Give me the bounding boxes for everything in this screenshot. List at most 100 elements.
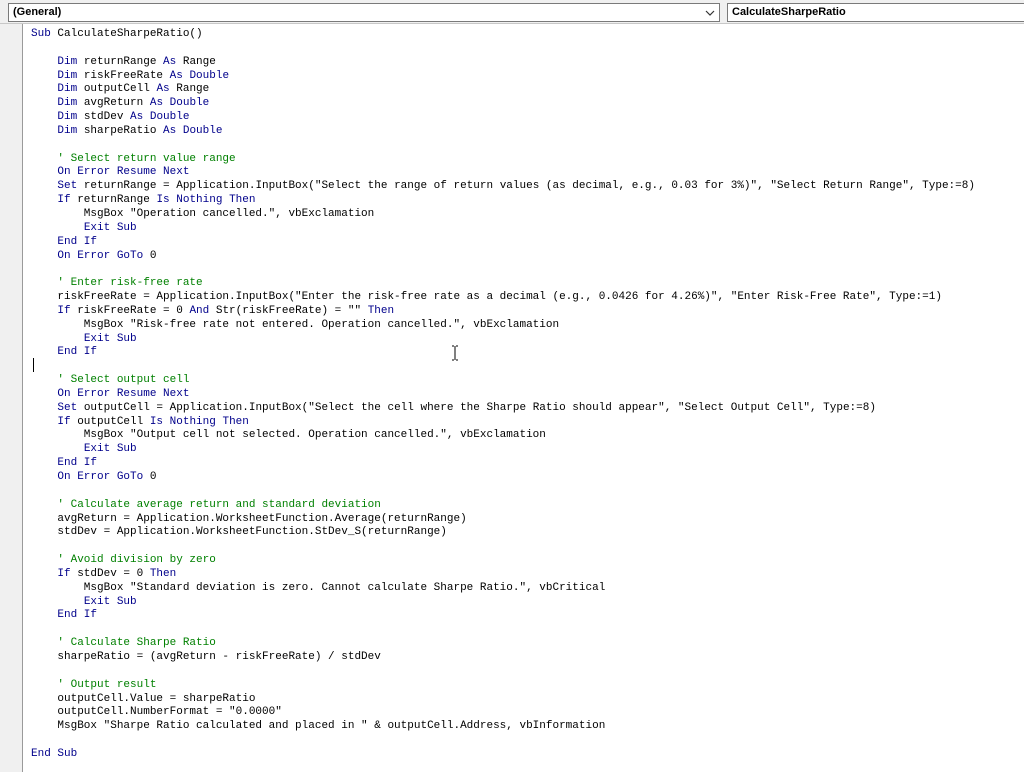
code-line[interactable]: Dim returnRange As Range	[31, 56, 975, 70]
code-text-segment	[31, 166, 57, 178]
code-text-segment	[31, 568, 57, 580]
code-text-segment	[31, 609, 57, 621]
code-text-segment: 0	[143, 249, 157, 262]
code-line[interactable]: End If	[31, 609, 975, 623]
code-line[interactable]: ' Calculate Sharpe Ratio	[31, 637, 975, 651]
code-line[interactable]: Dim avgReturn As Double	[31, 97, 975, 111]
code-text[interactable]: Sub CalculateSharpeRatio() Dim returnRan…	[31, 28, 975, 762]
code-line[interactable]: avgReturn = Application.WorksheetFunctio…	[31, 513, 975, 527]
code-line[interactable]: Dim stdDev As Double	[31, 111, 975, 125]
code-comment: ' Calculate average return and standard …	[31, 498, 381, 511]
code-text-segment	[31, 56, 57, 68]
code-line[interactable]: MsgBox "Risk-free rate not entered. Oper…	[31, 319, 975, 333]
code-line[interactable]: ' Select return value range	[31, 153, 975, 167]
code-line[interactable]: Set returnRange = Application.InputBox("…	[31, 180, 975, 194]
code-keyword: Dim	[57, 97, 78, 110]
code-line[interactable]: If outputCell Is Nothing Then	[31, 416, 975, 430]
object-dropdown[interactable]: (General)	[8, 3, 720, 22]
code-line[interactable]: On Error Resume Next	[31, 388, 975, 402]
code-text-segment	[31, 83, 57, 95]
code-line[interactable]	[31, 263, 975, 277]
code-line[interactable]	[31, 485, 975, 499]
code-line[interactable]: Exit Sub	[31, 333, 975, 347]
code-line[interactable]: MsgBox "Sharpe Ratio calculated and plac…	[31, 720, 975, 734]
code-text-segment	[31, 222, 84, 234]
procedure-dropdown-value: CalculateSharpeRatio	[732, 6, 846, 18]
code-line[interactable]: ' Avoid division by zero	[31, 554, 975, 568]
code-keyword: On Error GoTo	[57, 471, 144, 483]
code-line[interactable]: End If	[31, 346, 975, 360]
code-text-segment	[31, 596, 84, 608]
code-line[interactable]: MsgBox "Output cell not selected. Operat…	[31, 429, 975, 443]
code-line[interactable]: MsgBox "Standard deviation is zero. Cann…	[31, 582, 975, 596]
code-text-segment: outputCell	[70, 415, 150, 428]
code-line[interactable]: outputCell.Value = sharpeRatio	[31, 693, 975, 707]
code-line[interactable]: outputCell.NumberFormat = "0.0000"	[31, 706, 975, 720]
code-line[interactable]: If riskFreeRate = 0 And Str(riskFreeRate…	[31, 305, 975, 319]
code-line[interactable]: End Sub	[31, 748, 975, 762]
margin-indicator-bar[interactable]	[0, 24, 23, 772]
code-keyword: As	[149, 97, 164, 110]
code-line[interactable]: Set outputCell = Application.InputBox("S…	[31, 402, 975, 416]
code-text-segment: returnRange	[70, 194, 157, 207]
code-keyword: Double	[182, 124, 223, 137]
code-line[interactable]: ' Calculate average return and standard …	[31, 499, 975, 513]
code-line[interactable]	[31, 42, 975, 56]
code-line[interactable]: On Error GoTo 0	[31, 250, 975, 264]
code-line[interactable]: Sub CalculateSharpeRatio()	[31, 28, 975, 42]
code-line[interactable]: Exit Sub	[31, 596, 975, 610]
code-keyword: As	[156, 83, 170, 96]
code-keyword: Then	[149, 567, 177, 580]
code-line[interactable]: Exit Sub	[31, 443, 975, 457]
code-text-segment: outputCell.Value = sharpeRatio	[31, 692, 256, 705]
code-line[interactable]: End If	[31, 457, 975, 471]
code-line[interactable]: stdDev = Application.WorksheetFunction.S…	[31, 526, 975, 540]
code-keyword: Then	[367, 304, 395, 317]
code-line[interactable]: On Error GoTo 0	[31, 471, 975, 485]
code-text-segment: MsgBox "Output cell not selected. Operat…	[31, 429, 546, 442]
code-keyword: Double	[149, 111, 190, 124]
code-text-segment	[31, 471, 57, 483]
code-text-segment	[31, 111, 57, 123]
code-line[interactable]: ' Enter risk-free rate	[31, 277, 975, 291]
code-line[interactable]: MsgBox "Operation cancelled.", vbExclama…	[31, 208, 975, 222]
code-keyword: Dim	[57, 55, 78, 68]
code-line[interactable]: Dim outputCell As Range	[31, 83, 975, 97]
code-line[interactable]: Dim sharpeRatio As Double	[31, 125, 975, 139]
code-editor[interactable]: Sub CalculateSharpeRatio() Dim returnRan…	[23, 24, 1024, 772]
code-line[interactable]	[31, 623, 975, 637]
code-text-segment: outputCell	[77, 83, 157, 96]
code-line[interactable]	[31, 139, 975, 153]
code-keyword: Is	[156, 194, 170, 207]
code-line[interactable]: If returnRange Is Nothing Then	[31, 194, 975, 208]
code-keyword: If	[57, 567, 71, 580]
code-line[interactable]	[31, 665, 975, 679]
code-text-segment	[31, 125, 57, 137]
code-line[interactable]	[31, 734, 975, 748]
code-keyword: Double	[169, 97, 210, 110]
chevron-down-icon[interactable]	[703, 4, 717, 21]
code-line[interactable]: End If	[31, 236, 975, 250]
code-text-segment: outputCell = Application.InputBox("Selec…	[77, 401, 876, 414]
code-line[interactable]	[31, 540, 975, 554]
code-line[interactable]	[31, 360, 975, 374]
code-text-segment	[31, 250, 57, 262]
code-text-segment: riskFreeRate = 0	[70, 304, 190, 317]
code-line[interactable]: ' Output result	[31, 679, 975, 693]
code-line[interactable]: Exit Sub	[31, 222, 975, 236]
code-keyword: Then	[222, 415, 249, 428]
code-line[interactable]: If stdDev = 0 Then	[31, 568, 975, 582]
code-line[interactable]: ' Select output cell	[31, 374, 975, 388]
code-text-segment: stdDev = 0	[70, 567, 150, 580]
code-line[interactable]: sharpeRatio = (avgReturn - riskFreeRate)…	[31, 651, 975, 665]
code-line[interactable]: riskFreeRate = Application.InputBox("Ent…	[31, 291, 975, 305]
code-keyword: And	[189, 304, 210, 317]
code-line[interactable]: Dim riskFreeRate As Double	[31, 70, 975, 84]
code-keyword: Nothing	[169, 415, 216, 428]
code-text-segment: avgReturn	[77, 97, 150, 110]
code-line[interactable]: On Error Resume Next	[31, 166, 975, 180]
code-keyword: End If	[57, 235, 98, 248]
procedure-dropdown[interactable]: CalculateSharpeRatio	[727, 3, 1024, 22]
code-text-segment	[31, 70, 57, 82]
text-caret	[33, 358, 34, 372]
